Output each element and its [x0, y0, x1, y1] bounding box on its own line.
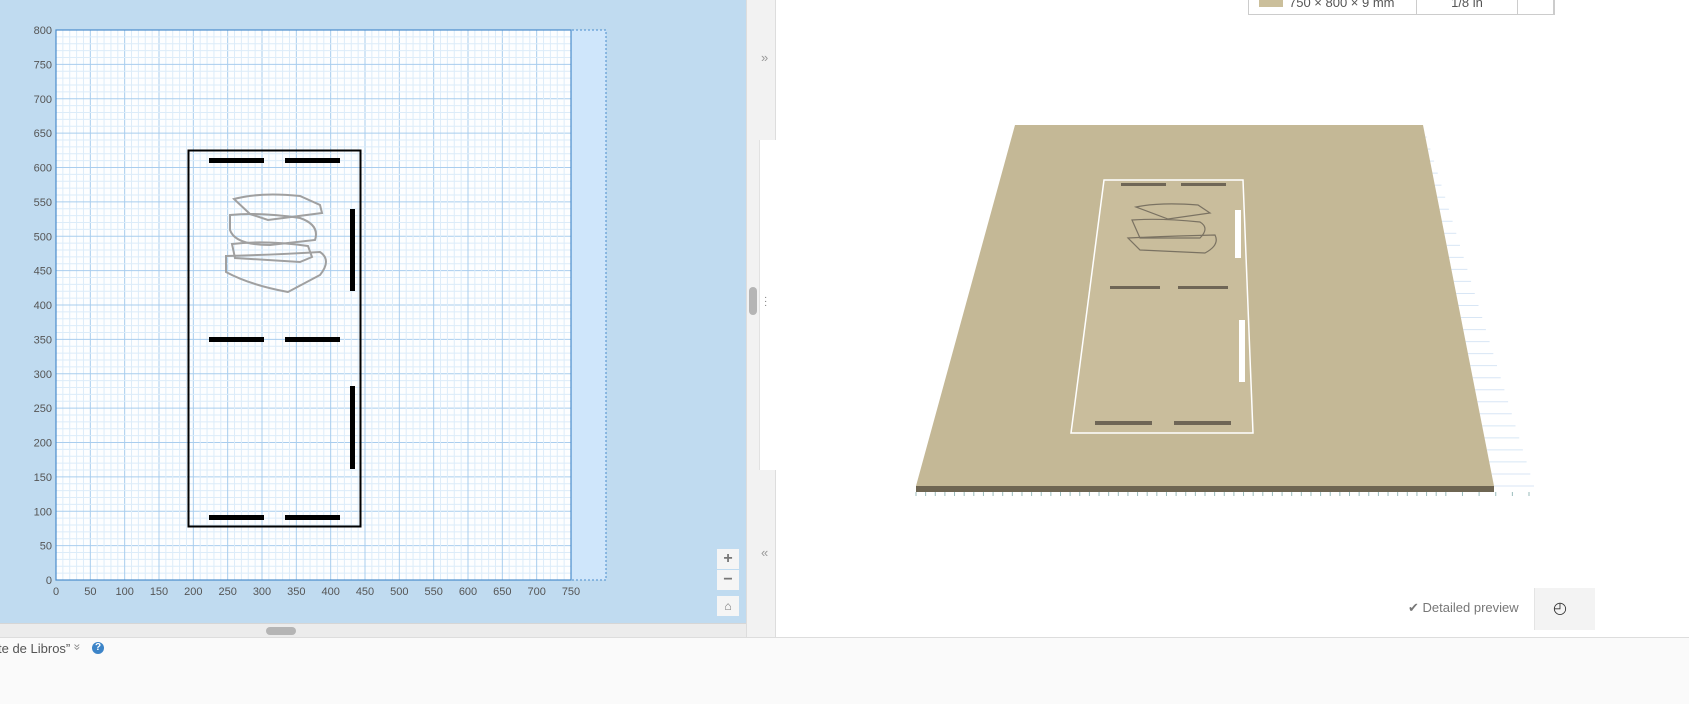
y-tick-label: 50 [40, 541, 52, 553]
project-name[interactable]: te de Libros” [0, 641, 70, 656]
x-tick-label: 600 [459, 586, 477, 598]
cut-panel [1070, 179, 1254, 434]
material-swatch [1259, 0, 1283, 7]
x-tick-label: 400 [321, 586, 339, 598]
home-button[interactable]: ⌂ [717, 596, 739, 616]
bit-size-cell[interactable]: 1/8 in [1417, 0, 1518, 14]
y-tick-label: 100 [34, 506, 52, 518]
y-tick-label: 500 [34, 231, 52, 243]
slot[interactable] [350, 209, 355, 291]
board-edge [916, 486, 1494, 492]
x-tick-label: 500 [390, 586, 408, 598]
y-tick-label: 600 [34, 163, 52, 175]
zoom-in-button[interactable]: + [717, 549, 739, 569]
y-tick-label: 350 [34, 334, 52, 346]
x-tick-label: 150 [150, 586, 168, 598]
expand-right-icon[interactable]: » [761, 50, 768, 65]
y-tick-label: 700 [34, 94, 52, 106]
table-cell[interactable] [1518, 0, 1554, 14]
slot[interactable] [209, 158, 264, 163]
help-icon[interactable]: ? [92, 642, 104, 654]
slot[interactable] [350, 386, 355, 469]
y-tick-label: 150 [34, 472, 52, 484]
slot[interactable] [285, 158, 340, 163]
x-tick-label: 700 [527, 586, 545, 598]
slot[interactable] [209, 515, 264, 520]
y-tick-label: 650 [34, 128, 52, 140]
footer-bar: te de Libros” » ? [0, 637, 1689, 704]
x-tick-label: 50 [84, 586, 96, 598]
detailed-preview-toggle[interactable]: ✔ Detailed preview [1408, 600, 1519, 616]
x-tick-label: 650 [493, 586, 511, 598]
x-tick-label: 250 [218, 586, 236, 598]
x-tick-label: 450 [356, 586, 374, 598]
x-tick-label: 100 [115, 586, 133, 598]
check-icon: ✔ [1408, 600, 1419, 615]
slot[interactable] [209, 337, 264, 342]
y-tick-label: 800 [34, 25, 52, 37]
slot[interactable] [285, 337, 340, 342]
x-tick-label: 300 [253, 586, 271, 598]
home-icon: ⌂ [724, 599, 732, 613]
material-settings[interactable]: 750 × 800 × 9 mm 1/8 in [1248, 0, 1555, 15]
design-grid[interactable]: 0 50 100 150 200 250 300 350 400 450 500 550 600 650 7… [0, 0, 746, 623]
x-tick-label: 550 [424, 586, 442, 598]
3d-preview[interactable] [900, 110, 1540, 510]
y-tick-label: 0 [46, 575, 52, 587]
zoom-out-button[interactable]: − [717, 570, 739, 590]
y-tick-label: 550 [34, 197, 52, 209]
y-tick-label: 200 [34, 438, 52, 450]
panel-divider[interactable]: » · · · « [746, 0, 776, 637]
y-tick-label: 250 [34, 403, 52, 415]
project-menu-chevron-icon[interactable]: » [70, 644, 84, 651]
y-tick-label: 450 [34, 266, 52, 278]
slot[interactable] [285, 515, 340, 520]
design-canvas[interactable]: 0 50 100 150 200 250 300 350 400 450 500 550 600 650 7… [0, 0, 746, 623]
y-tick-label: 400 [34, 300, 52, 312]
expand-left-icon[interactable]: « [761, 545, 768, 560]
x-tick-label: 350 [287, 586, 305, 598]
y-tick-label: 750 [34, 59, 52, 71]
material-size-cell[interactable]: 750 × 800 × 9 mm [1249, 0, 1417, 14]
scrollbar-thumb[interactable] [266, 627, 296, 635]
clock-icon: ◴ [1553, 600, 1567, 617]
history-button[interactable]: ◴ [1534, 588, 1595, 630]
drag-handle-icon[interactable]: · · · [764, 293, 767, 311]
x-tick-label: 750 [562, 586, 580, 598]
canvas-vertical-scroll-thumb[interactable] [749, 287, 757, 315]
horizontal-scrollbar[interactable] [0, 623, 746, 638]
y-tick-label: 300 [34, 369, 52, 381]
x-tick-label: 200 [184, 586, 202, 598]
x-tick-label: 0 [53, 586, 59, 598]
